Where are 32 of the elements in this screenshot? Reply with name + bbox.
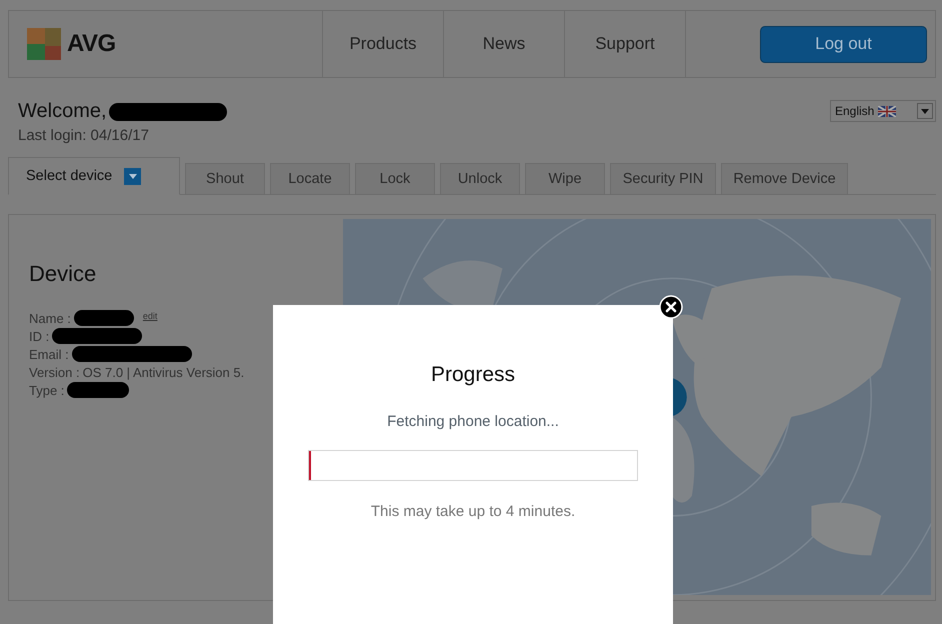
redaction-mark <box>67 382 130 398</box>
flag-icon <box>878 106 896 116</box>
dialog-title: Progress <box>430 363 516 387</box>
action-tab[interactable]: Remove Device <box>721 163 848 194</box>
status-message: Fetching phone location... <box>387 413 559 430</box>
nav-link[interactable]: News <box>443 11 564 77</box>
close-icon[interactable] <box>659 295 683 319</box>
field-label: Email : <box>29 346 69 362</box>
field-value: OS 7.0 | Antivirus Version 5. <box>82 364 244 380</box>
last-login-text: Last login: 04/16/17 <box>18 127 150 144</box>
field-label: Version : <box>29 364 80 380</box>
redaction-mark <box>74 310 134 326</box>
device-title: Device <box>29 261 98 287</box>
nav-link[interactable]: Products <box>322 11 443 77</box>
action-tab[interactable]: Shout <box>185 163 265 194</box>
edit-link[interactable]: edit <box>142 311 158 321</box>
welcome-text: Welcome, <box>18 100 107 123</box>
device-select-tab[interactable]: Select device <box>8 157 180 195</box>
caret-icon <box>124 168 142 184</box>
logout-button[interactable]: Log out <box>760 26 927 62</box>
action-tab[interactable]: Lock <box>355 163 435 194</box>
field-label: Type : <box>29 382 64 398</box>
action-tab[interactable]: Wipe <box>525 163 605 194</box>
action-tab[interactable]: Locate <box>270 163 350 194</box>
field-label: Name : <box>29 310 71 326</box>
logo-text: AVG <box>67 30 116 58</box>
dialog-note: This may take up to 4 minutes. <box>370 503 576 520</box>
field-label: ID : <box>29 328 50 344</box>
action-tab[interactable]: Security PIN <box>610 163 716 194</box>
language-select[interactable]: English <box>830 100 936 122</box>
nav-link[interactable]: Support <box>564 11 686 77</box>
action-tab[interactable]: Unlock <box>440 163 520 194</box>
